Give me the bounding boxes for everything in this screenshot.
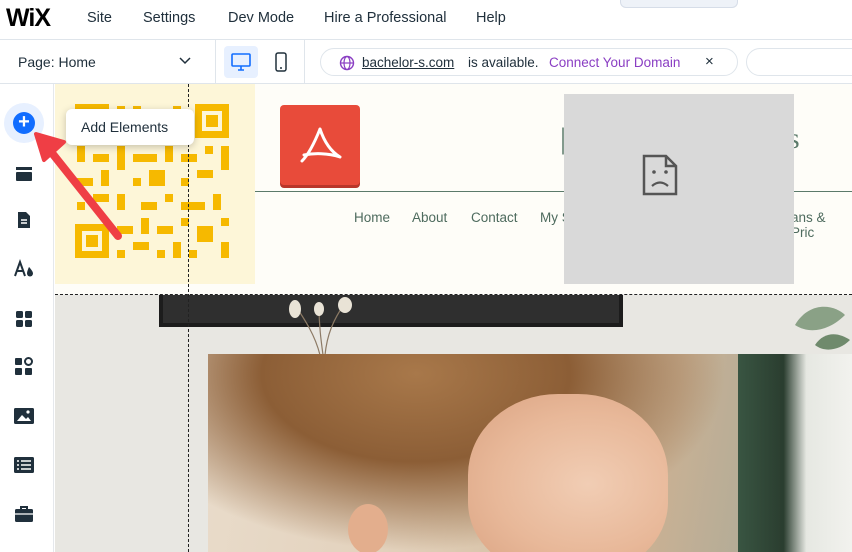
close-banner-button[interactable]: ×: [705, 53, 714, 70]
menu-site[interactable]: Site: [87, 10, 112, 26]
menu-dev-mode[interactable]: Dev Mode: [228, 10, 294, 26]
site-nav-contact[interactable]: Contact: [471, 210, 518, 225]
globe-icon: [339, 55, 355, 76]
desktop-view-button[interactable]: [224, 46, 258, 78]
background-shelf: [738, 354, 852, 552]
menu-settings[interactable]: Settings: [143, 10, 195, 26]
toolbar-divider: [304, 40, 305, 84]
domain-name-link[interactable]: bachelor-s.com: [362, 55, 454, 70]
hero-portrait-image[interactable]: [208, 354, 852, 552]
site-nav-home[interactable]: Home: [354, 210, 390, 225]
page-selector-label: Page: Home: [18, 54, 96, 70]
portrait-ear: [348, 504, 388, 552]
page-selector[interactable]: Page: Home: [0, 40, 216, 84]
apps-button[interactable]: [7, 302, 41, 336]
cms-button[interactable]: [7, 448, 41, 482]
wix-logo[interactable]: WiX: [6, 4, 51, 33]
secondary-pill: [746, 48, 852, 76]
pdf-icon: [300, 127, 342, 163]
cms-icon: [14, 457, 34, 473]
business-apps-button[interactable]: [7, 350, 41, 384]
top-notch: [620, 0, 738, 8]
hero-section[interactable]: [55, 295, 852, 552]
domain-banner: bachelor-s.com is available. Connect You…: [320, 48, 738, 76]
site-nav-about[interactable]: About: [412, 210, 447, 225]
picture-frame-inner: [163, 295, 619, 323]
mobile-view-button[interactable]: [266, 46, 296, 78]
menu-help[interactable]: Help: [476, 10, 506, 26]
apps-icon: [16, 311, 32, 327]
menu-hire-professional[interactable]: Hire a Professional: [324, 10, 447, 26]
plant-leaves-decor: [795, 306, 850, 350]
editor-canvas[interactable]: | s Home About Contact My S ans & Pric: [55, 84, 852, 552]
site-design-button[interactable]: [7, 252, 41, 286]
desktop-icon: [231, 53, 251, 71]
top-bar: WiX Site Settings Dev Mode Hire a Profes…: [0, 0, 852, 40]
domain-status-text: is available.: [468, 55, 539, 70]
pointer-arrow-annotation: [34, 132, 122, 240]
site-nav-plans-pricing[interactable]: ans & Pric: [791, 210, 852, 240]
media-button[interactable]: [7, 399, 41, 433]
portfolio-button[interactable]: [7, 497, 41, 531]
page-toolbar: Page: Home bachelor-s.com is available. …: [0, 40, 852, 84]
broken-file-icon: [642, 154, 678, 196]
media-icon: [14, 408, 34, 424]
grid-guide-line: [188, 84, 189, 552]
connect-domain-link[interactable]: Connect Your Domain: [549, 55, 680, 70]
mobile-icon: [275, 52, 287, 72]
pdf-file-element[interactable]: [280, 105, 360, 185]
business-apps-icon: [15, 357, 33, 375]
site-design-icon: [14, 259, 33, 277]
chevron-down-icon: [178, 53, 192, 70]
portrait-face: [468, 394, 668, 552]
dried-flowers-decor: [289, 297, 352, 355]
broken-embed-box[interactable]: [564, 94, 794, 284]
portfolio-icon: [15, 506, 33, 522]
